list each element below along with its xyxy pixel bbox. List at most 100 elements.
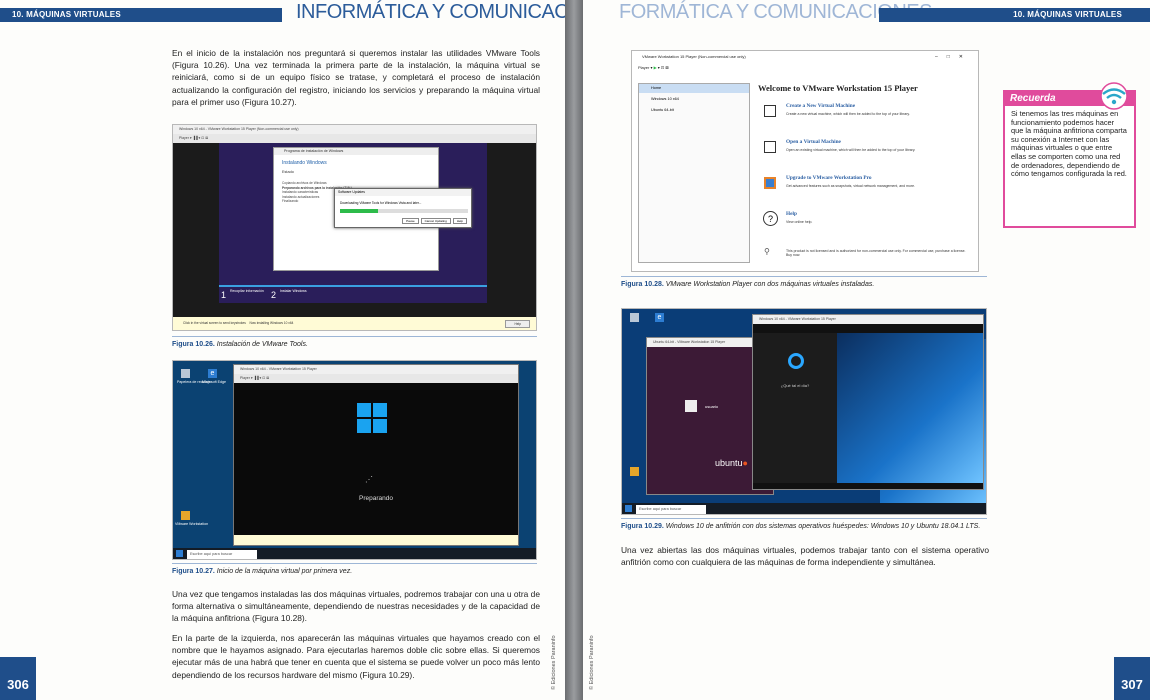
recuerda-title: Recuerda [1010,93,1056,104]
left-page: 10. MÁQUINAS VIRTUALES INFORMÁTICA Y COM… [0,0,565,700]
windows-logo-icon [357,403,387,433]
caption-text: Instalación de VMware Tools. [216,341,308,348]
copyright-vertical: © Ediciones Paraninfo [589,635,595,690]
ubuntu-wordmark: ubuntu [715,458,743,468]
figure-screenshot: VMware Workstation 15 Player (Non-commer… [631,50,979,272]
action-desc: Open an existing virtual machine, which … [786,148,916,152]
library-item-windows[interactable]: Windows 10 x64 [639,95,749,104]
action-help[interactable]: ? Help View online help. [758,211,974,247]
recuerda-text: Si tenemos las tres máquinas en funciona… [1011,109,1127,179]
toolbar: Player ▾ ▶ ▾ ⊡ ⊠ [638,65,669,70]
welcome-title: Welcome to VMware Workstation 15 Player [758,83,918,93]
install-progress-steps: 1 Recopilar información 2 Instalar Windo… [219,285,487,301]
library-item-home[interactable]: Home [639,84,749,93]
vmware-hint-bar [234,535,518,545]
desktop-icon-label: VMware Workstation [175,522,209,526]
figure-number: Figura 10.27. [172,568,215,575]
action-open[interactable]: Open a Virtual Machine Open an existing … [758,139,974,175]
start-icon[interactable] [625,505,632,512]
vmware-icon [181,511,190,520]
window-titlebar: VMware Workstation 15 Player (Non-commer… [632,51,978,63]
action-title: Create a New Virtual Machine [786,103,856,109]
cortana-icon [788,353,804,369]
window-titlebar: Windows 10 x64 - VMware Workstation 15 P… [234,365,518,374]
figure-screenshot: Papelera de reciclaje e Microsoft Edge V… [172,360,537,560]
toolbar: Player ▾ ▐▐ ▾ ⊡ ⊠ [173,134,536,143]
action-title: Upgrade to VMware Workstation Pro [786,175,872,181]
caption-text: Windows 10 de anfitrión con dos sistemas… [665,523,981,530]
help-button[interactable]: Help [452,218,467,224]
book-gutter [565,0,583,700]
caption-rule [172,336,537,337]
paragraph: Una vez abiertas las dos máquinas virtua… [621,545,989,568]
loading-spinner-icon: ⋰ [365,475,373,484]
new-vm-icon [764,105,776,117]
figure-caption: Figura 10.26. Instalación de VMware Tool… [172,341,308,348]
copyright-vertical: © Ediciones Paraninfo [551,635,557,690]
setup-title: Programa de instalación de Windows [274,148,438,155]
vmware-hint-bar: Click in the virtual screen to send keys… [173,317,536,330]
license-text: This product is not licensed and is auth… [786,249,966,257]
preparing-text: Preparando [359,495,393,502]
figure-caption: Figura 10.28. VMware Workstation Player … [621,281,874,288]
action-desc: Create a new virtual machine, which will… [786,112,910,116]
desktop-icon-label: Microsoft Edge [202,380,226,384]
taskbar: Escribe aquí para buscar [173,548,536,559]
figure-number: Figura 10.28. [621,281,664,288]
action-title: Help [786,211,797,217]
recycle-bin-icon [181,369,190,378]
figure-screenshot: e Ubuntu 64-bit - VMware Workstation 15 … [621,308,987,515]
vm-screen: Programa de instalación de Windows Insta… [219,143,487,303]
paragraph: En el inicio de la instalación nos pregu… [172,48,540,107]
action-create[interactable]: Create a New Virtual Machine Create a ne… [758,103,974,139]
player-menu[interactable]: Player ▾ [638,65,652,70]
dialog-text: Downloading VMware Tools for Windows Vis… [340,201,422,205]
dialog-buttons: Pause Cancel Updating Help [402,218,467,224]
vm-library: Home Windows 10 x64 Ubuntu 64-bit [638,83,750,263]
chapter-label: 10. MÁQUINAS VIRTUALES [12,10,121,19]
software-updates-dialog: Software Updates Downloading VMware Tool… [334,188,472,228]
caption-rule [621,518,987,519]
progress-step: Recopilar información [230,289,264,293]
ubuntu-logo: ubuntu● [715,458,748,468]
setup-heading: Instalando Windows [282,160,327,166]
figure-number: Figura 10.29. [621,523,664,530]
chapter-header: 10. MÁQUINAS VIRTUALES [879,8,1150,22]
paragraph: En la parte de la izquierda, nos aparece… [172,633,540,680]
recuerda-box: Recuerda Si tenemos las tres máquinas en… [1003,90,1136,228]
open-vm-icon [764,141,776,153]
wifi-icon [1094,82,1134,110]
page-number: 307 [1114,657,1150,700]
series-title: INFORMÁTICA Y COMUNICACIONES [296,1,565,23]
library-item-ubuntu[interactable]: Ubuntu 64-bit [639,106,749,115]
window-controls[interactable]: –□✕ [935,51,972,63]
hint-text: Click in the virtual screen to send keys… [183,321,246,325]
help-button[interactable]: Help [505,320,530,328]
avatar [685,400,697,412]
caption-text: Inicio de la máquina virtual por primera… [216,568,353,575]
key-icon: ⚲ [764,247,770,256]
figure-caption: Figura 10.29. Windows 10 de anfitrión co… [621,523,980,530]
cancel-updating-button[interactable]: Cancel Updating [420,218,451,224]
action-desc: Get advanced features such as snapshots,… [786,184,915,188]
setup-window: Programa de instalación de Windows Insta… [273,147,472,271]
cortana-greeting: ¿Qué tal el día? [780,383,810,388]
page-number: 306 [0,657,36,700]
vm-window: Windows 10 x64 - VMware Workstation 15 P… [233,364,519,546]
vmware-icon [630,467,639,476]
window-title: VMware Workstation 15 Player (Non-commer… [642,54,746,59]
taskbar-search[interactable]: Escribe aquí para buscar [636,505,706,514]
start-icon[interactable] [176,550,183,557]
window-titlebar: Windows 10 x64 - VMware Workstation 15 P… [173,125,536,134]
taskbar-search[interactable]: Escribe aquí para buscar [187,550,257,559]
taskbar: Escribe aquí para buscar [622,503,986,514]
figure-screenshot: Windows 10 x64 - VMware Workstation 15 P… [172,124,537,331]
help-icon: ? [763,211,778,226]
action-title: Open a Virtual Machine [786,139,841,145]
download-progress [340,209,468,213]
window-titlebar: Windows 10 x64 - VMware Workstation 15 P… [753,315,983,324]
chapter-header: 10. MÁQUINAS VIRTUALES [0,8,282,22]
pause-button[interactable]: Pause [402,218,419,224]
caption-text: VMware Workstation Player con dos máquin… [665,281,875,288]
action-upgrade[interactable]: Upgrade to VMware Workstation Pro Get ad… [758,175,974,211]
